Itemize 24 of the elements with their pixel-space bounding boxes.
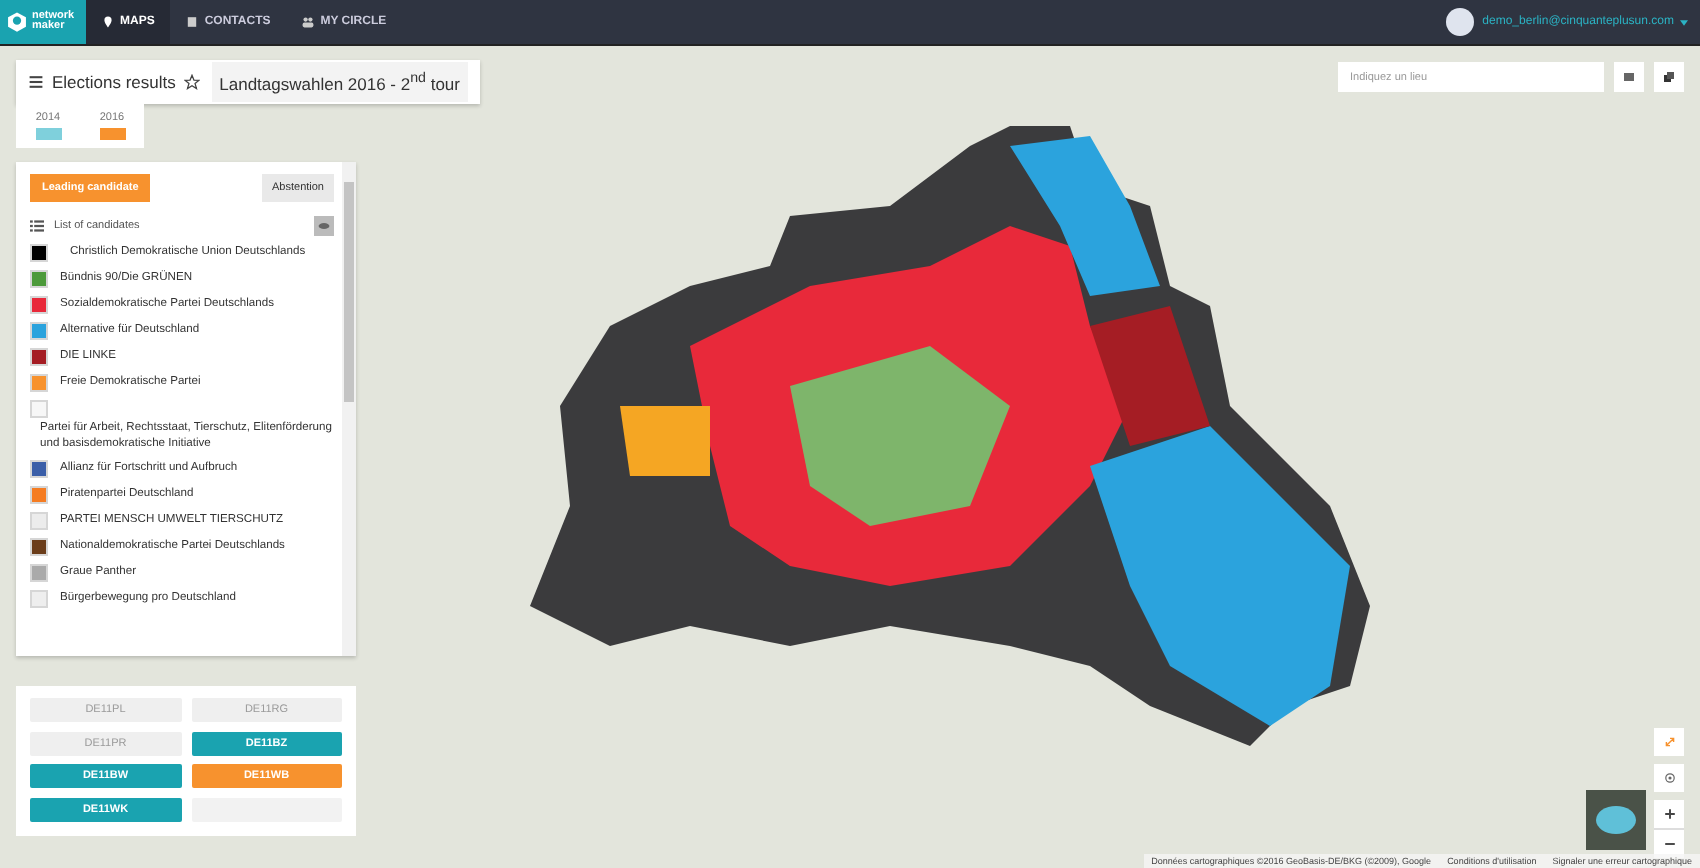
layers-button[interactable] (1614, 62, 1644, 92)
panel-title: Elections results (52, 72, 176, 92)
star-icon[interactable] (183, 74, 200, 90)
election-title: Landtagswahlen 2016 - 2$^{nd}$ tour (211, 62, 468, 102)
eye-button[interactable] (314, 216, 334, 236)
pin-icon (102, 16, 114, 28)
avatar[interactable] (1446, 8, 1475, 36)
copy-button[interactable] (1654, 62, 1684, 92)
plus-icon (1663, 808, 1675, 820)
copy-icon (1664, 72, 1674, 82)
pin-logo-icon (6, 10, 28, 34)
table-icon (1624, 72, 1634, 82)
target-icon (1663, 772, 1675, 784)
caret-icon (1680, 19, 1688, 25)
eye-icon (318, 222, 330, 230)
scrollbar[interactable] (342, 162, 356, 656)
minimap-thumbnail[interactable] (1586, 790, 1646, 850)
zoom-in-button[interactable] (1654, 800, 1684, 828)
book-icon (186, 16, 199, 28)
expand-icon (1663, 736, 1675, 748)
people-icon (302, 16, 315, 28)
menu-icon[interactable] (28, 74, 44, 90)
minus-icon (1663, 838, 1675, 850)
list-icon (30, 220, 44, 232)
